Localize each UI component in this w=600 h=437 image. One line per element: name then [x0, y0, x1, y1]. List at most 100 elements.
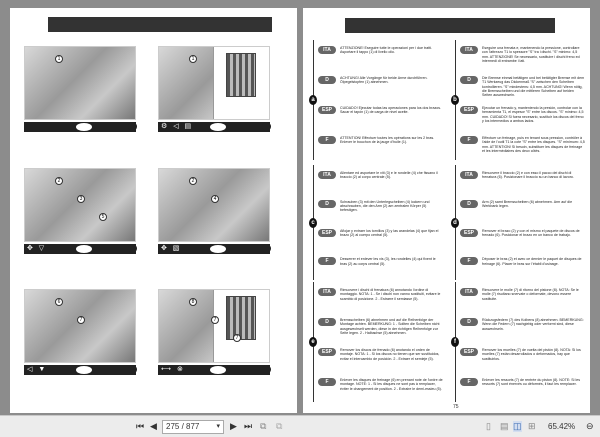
two-page-view-icon[interactable]: ◫ [513, 421, 522, 432]
callout-number: 6 [55, 298, 63, 306]
language-badge: F [460, 257, 478, 266]
instruction-text: Bremsscheiben (6) abnehmen und auf die R… [340, 318, 440, 335]
next-view-icon[interactable]: ⧉ [276, 421, 282, 432]
zoom-level[interactable]: 65.42% [548, 422, 575, 431]
page-number-input[interactable]: 275 / 877 ▾ [162, 420, 224, 434]
language-row: ESP Remover los discos de frenado (6) ano… [318, 348, 443, 361]
tool-icons-bar: ✥ ▧ [158, 244, 270, 254]
language-row: D Schrauben (3) mit den Unterlegscheiben … [318, 199, 443, 213]
language-badge: ITA [318, 46, 336, 54]
instruction-text: Schrauben (3) mit den Unterlegscheiben (… [340, 199, 430, 213]
language-row: ITA ATTENZIONE! Eseguire tutte le operazi… [318, 46, 443, 55]
instruction-text: Aflojar y extraer los tornillos (3) y la… [340, 228, 439, 237]
step-oval [210, 245, 226, 253]
instruction-text: Allentare ed asportare le viti (3) e le … [340, 171, 438, 180]
chevron-down-icon[interactable]: ▾ [216, 421, 220, 433]
instruction-block: c ITA Allentare ed asportare le viti (3) e… [309, 165, 443, 280]
language-badge: D [318, 76, 336, 84]
instruction-text: Desserrer et enlever les vis (3), les ro… [340, 257, 436, 266]
step-dot [128, 122, 137, 131]
single-page-view-icon[interactable]: ▯ [486, 421, 491, 432]
tool-icons: ✥ ▧ [161, 245, 182, 252]
right-page: 75 a ITA ATTENZIONE! Eseguire tutte le ope… [303, 8, 590, 413]
language-badge: ESP [318, 106, 336, 114]
language-row: ITA Allentare ed asportare le viti (3) e … [318, 171, 443, 180]
page-field-value: 275 / 877 [166, 422, 200, 431]
language-row: ITA Rimuovere il braccio (2) e con esso i… [460, 171, 585, 180]
callout-number: 1 [55, 55, 63, 63]
procedure-photo: 2 3 5 [24, 168, 136, 242]
instruction-text: ACHTUNG! Alle Vorgänge für beide Arme du… [340, 76, 428, 85]
instruction-block: d ITA Rimuovere il braccio (2) e con esso … [451, 165, 585, 280]
page-number: 75 [453, 404, 459, 410]
step-marker: f [451, 337, 459, 347]
language-badge: F [318, 136, 336, 144]
continuous-view-icon[interactable]: ▤ [500, 421, 509, 432]
language-badge: F [460, 136, 478, 144]
language-row: F Desserrer et enlever les vis (3), les r… [318, 257, 443, 266]
language-badge: F [318, 378, 336, 386]
callout-number: 7 [211, 316, 219, 324]
instruction-block: e ITA Rimuovere i dischi di frenatura (6) … [309, 282, 443, 402]
instruction-block: b ITA Eseguire una frenata e, mantenendo l… [451, 40, 585, 160]
instruction-text: Effectuer un freinage, puis en tenant so… [482, 136, 585, 153]
step-oval [210, 123, 226, 131]
tool-icons-bar: ⚙ ◁ ▤ [158, 122, 270, 132]
language-badge: F [460, 378, 478, 386]
instruction-text: ATTENTION! Effectuer toutes les opératio… [340, 136, 435, 145]
procedure-photo: 67 [24, 289, 136, 363]
zoom-out-button[interactable]: ⊖ [586, 421, 594, 432]
language-badge: ITA [318, 171, 336, 179]
tool-icons-bar [24, 122, 136, 132]
language-row: D Die Bremse einmal betätigen und bei bet… [460, 76, 585, 97]
language-row: ESP Ejecutar un frenado y, manteniendo la… [460, 106, 585, 123]
language-row: D Bremsscheiben (6) abnehmen und auf die … [318, 318, 443, 335]
callout-number: 2 [55, 177, 63, 185]
step-oval [76, 123, 92, 131]
last-page-button[interactable]: ⏭ [244, 421, 252, 432]
callout-number: 7 [233, 334, 241, 342]
instruction-block: a ITA ATTENZIONE! Eseguire tutte le operaz… [309, 40, 443, 160]
language-badge: D [460, 199, 478, 208]
callout-number: 1 [189, 55, 197, 63]
step-marker: b [451, 95, 459, 105]
instruction-text: Rimuovere il braccio (2) e con esso il p… [482, 171, 574, 180]
previous-page-button[interactable]: ◀ [150, 421, 157, 432]
instruction-text: Remover el brazo (2) y con el mismo el p… [482, 228, 580, 237]
instruction-text: Remover los discos de frenado (6) anotan… [340, 348, 440, 361]
language-row: F Enlever les ressorts (7) de rentrée du … [460, 378, 585, 387]
procedure-photo: 8 7 7 [158, 289, 270, 363]
language-row: ITA Eseguire una frenata e, mantenendo la… [460, 46, 585, 63]
tool-icons-bar: ⟷ ⊗ [158, 365, 270, 375]
language-row: ESP CUIDADO! Ejecutar todas las operacion… [318, 106, 443, 115]
language-row: ESP Remover el brazo (2) y con el mismo e… [460, 228, 585, 238]
next-page-button[interactable]: ▶ [230, 421, 237, 432]
tool-icons: ◁ ▼ [27, 366, 48, 373]
procedure-photo: 24 [158, 168, 270, 242]
pdf-toolbar: ⏮ ◀ 275 / 877 ▾ ▶ ⏭ ⧉ ⧉ ▯ ▤ ◫ ⊞ 65.42% ⊖ [0, 415, 600, 437]
language-row: ESP Aflojar y extraer los tornillos (3) y… [318, 228, 443, 238]
language-badge: D [318, 199, 336, 208]
tool-icons: ✥ ▽ [27, 245, 47, 252]
instruction-text: Eseguire una frenata e, mantenendo la pr… [482, 46, 580, 63]
language-badge: ITA [460, 171, 478, 179]
instruction-text: Rimuovere le molle (7) di ritorno del pi… [482, 288, 579, 301]
step-marker: a [309, 95, 317, 105]
instruction-text: Rückzugsfedern (7) des Kolbens (8) abneh… [482, 318, 584, 331]
callout-number: 4 [211, 195, 219, 203]
previous-view-icon[interactable]: ⧉ [260, 421, 266, 432]
left-page: 1 1 ⚙ ◁ ▤ 2 3 5 ✥ ▽ 2 4 ✥ ▧ 6 7 ◁ ▼ 8 7 7 ⟷ ⊗ [10, 8, 297, 413]
step-dot [262, 244, 271, 253]
tool-icons: ⟷ ⊗ [161, 366, 185, 373]
page-header-bar [345, 18, 555, 33]
instruction-text: Enlever les disques de freinage (6) en p… [340, 378, 443, 391]
callout-number: 2 [189, 177, 197, 185]
language-badge: ITA [460, 288, 478, 296]
step-marker: e [309, 337, 317, 347]
language-badge: F [318, 257, 336, 266]
first-page-button[interactable]: ⏮ [136, 421, 144, 432]
instruction-text: Ejecutar un frenado y, manteniendo la pr… [482, 106, 584, 123]
two-page-continuous-view-icon[interactable]: ⊞ [528, 421, 536, 432]
language-badge: D [460, 318, 478, 326]
tool-icons-bar: ◁ ▼ [24, 365, 136, 375]
